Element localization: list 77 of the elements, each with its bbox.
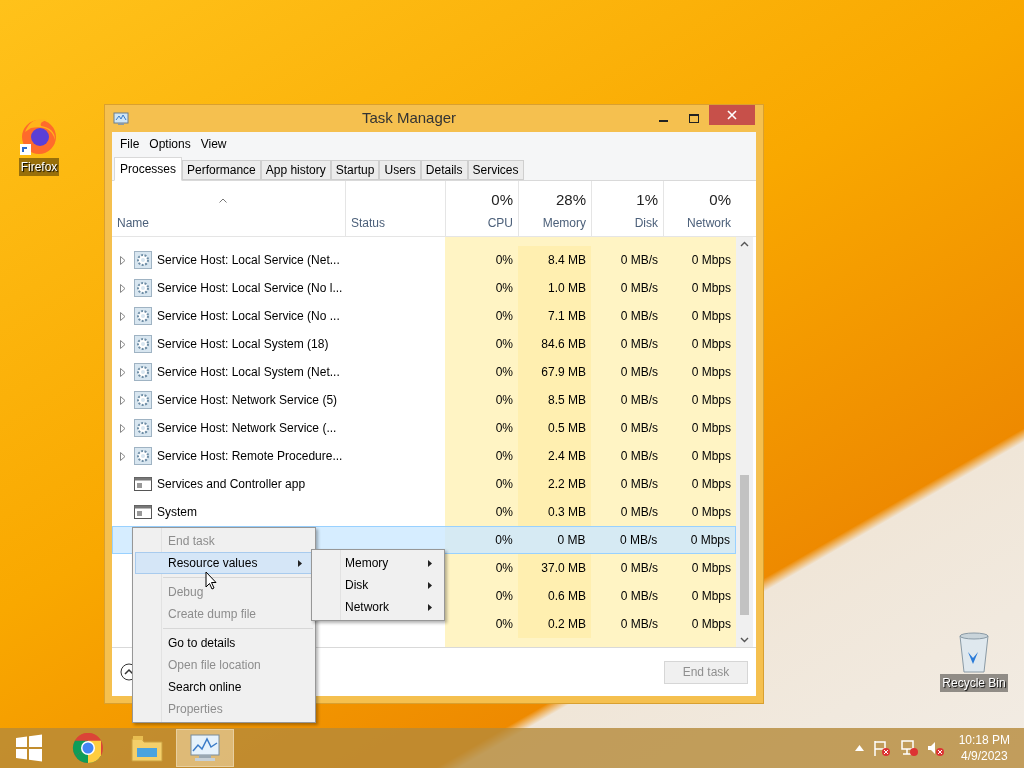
table-cell-text: 0%: [495, 420, 513, 437]
table-cell-text: 67.9 MB: [541, 364, 586, 381]
table-cell-text: 84.6 MB: [541, 336, 586, 353]
process-name: Service Host: Local System (Net...: [157, 364, 340, 381]
table-cell-text: 0%: [495, 252, 513, 269]
table-cell-text: 2.2 MB: [548, 476, 586, 493]
column-total: 0%: [491, 189, 513, 210]
table-cell-text: 0 MB/s: [620, 420, 658, 437]
table-cell-text: 0 Mbps: [691, 280, 731, 297]
process-name: Service Host: Local System (18): [157, 336, 329, 353]
table-cell-text: 0.5 MB: [548, 420, 586, 437]
table-cell-text: 0%: [495, 532, 513, 549]
table-cell-text: 0 Mbps: [691, 476, 731, 493]
table-cell-text: 0 Mbps: [691, 308, 731, 325]
table-cell-text: 0 MB/s: [620, 616, 658, 633]
table-cell-text: 0 Mbps: [691, 504, 731, 521]
table-cell-text: 0%: [495, 588, 513, 605]
table-cell-text: 37.0 MB: [541, 560, 586, 577]
table-cell-text: 0 Mbps: [691, 616, 731, 633]
table-cell-text: 0 MB/s: [620, 336, 658, 353]
table-cell-text: 0%: [495, 448, 513, 465]
table-cell-text: 0%: [495, 504, 513, 521]
table-cell-text: 0 Mbps: [691, 336, 731, 353]
table-cell-text: 0.6 MB: [548, 588, 586, 605]
table-cell-text: 0.3 MB: [548, 504, 586, 521]
table-cell-text: 0 Mbps: [691, 392, 731, 409]
column-total: 0%: [709, 189, 731, 210]
table-cell-text: 0 MB/s: [620, 504, 658, 521]
table-cell-text: 0 Mbps: [691, 448, 731, 465]
column-label: Name: [117, 215, 150, 232]
table-cell-text: 0 MB/s: [620, 308, 658, 325]
table-cell-text: 0 MB/s: [620, 588, 658, 605]
table-cell-text: 0%: [495, 392, 513, 409]
table-cell-text: 0%: [495, 280, 513, 297]
table-cell-text: 1.0 MB: [548, 280, 586, 297]
table-cell-text: 0 Mbps: [691, 252, 731, 269]
column-label: CPU: [487, 215, 513, 232]
table-cell-text: 0 Mbps: [691, 364, 731, 381]
table-cell-text: 0 MB/s: [620, 392, 658, 409]
table-cell-text: 0.2 MB: [548, 616, 586, 633]
table-cell-text: 0%: [495, 616, 513, 633]
column-total: 28%: [555, 189, 586, 210]
table-cell-text: 0%: [495, 308, 513, 325]
table-cell-text: 0 Mbps: [691, 420, 731, 437]
table-cell-text: 0 Mbps: [690, 532, 731, 549]
process-name: Service Host: Local Service (No l...: [157, 280, 343, 297]
process-name: Service Host: Network Service (5): [157, 392, 338, 409]
table-cell-text: 0%: [495, 476, 513, 493]
table-cell-text: 0 MB/s: [620, 364, 658, 381]
column-total: 1%: [636, 189, 658, 210]
process-name: Services and Controller app: [157, 476, 306, 493]
table-cell-text: 0%: [495, 560, 513, 577]
process-name: Service Host: Remote Procedure...: [157, 448, 343, 465]
table-cell-text: 8.4 MB: [548, 252, 586, 269]
window-title: Task Manager: [360, 108, 458, 129]
column-label: Disk: [634, 215, 658, 232]
table-cell-text: 0%: [495, 364, 513, 381]
table-cell-text: 8.5 MB: [548, 392, 586, 409]
column-label: Network: [687, 215, 731, 232]
table-cell-text: 0 MB/s: [620, 252, 658, 269]
table-cell-text: 0 MB/s: [620, 280, 658, 297]
process-name: Service Host: Local Service (Net...: [157, 252, 340, 269]
column-label: Memory: [542, 215, 586, 232]
process-name: Service Host: Local Service (No ...: [157, 308, 340, 325]
table-cell-text: 2.4 MB: [548, 448, 586, 465]
table-cell-text: 0 MB/s: [620, 448, 658, 465]
table-cell-text: 0 Mbps: [691, 560, 731, 577]
column-label: Status: [351, 215, 387, 232]
table-cell-text: 0%: [495, 336, 513, 353]
process-name: System: [157, 504, 197, 521]
table-cell-text: 0 MB: [557, 532, 586, 549]
table-cell-text: 0 MB/s: [620, 476, 658, 493]
process-name: Service Host: Network Service (...: [157, 420, 337, 437]
table-cell-text: 7.1 MB: [548, 308, 586, 325]
table-cell-text: 0 Mbps: [691, 588, 731, 605]
table-cell-text: 0 MB/s: [619, 532, 658, 549]
table-cell-text: 0 MB/s: [620, 560, 658, 577]
